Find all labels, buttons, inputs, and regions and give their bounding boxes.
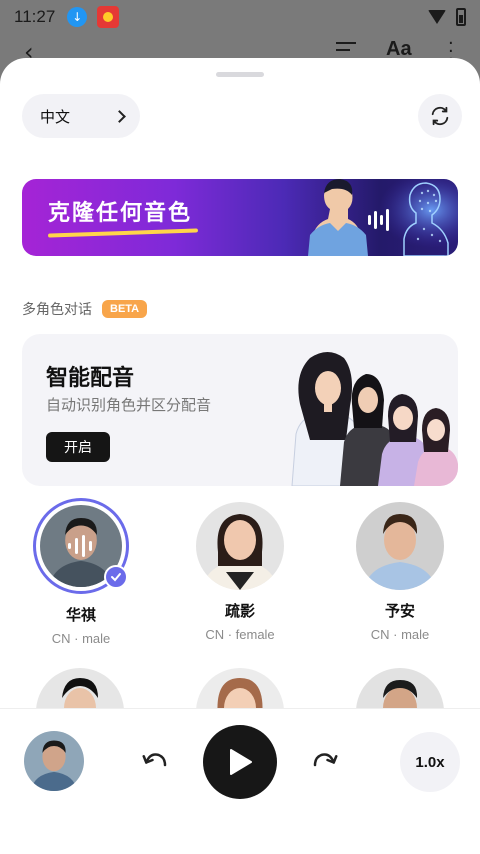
player-bar: 1.0x: [0, 708, 480, 854]
wifi-icon: [428, 10, 446, 24]
status-time: 11:27: [14, 7, 56, 26]
voice-selector-sheet: 中文 克隆任何音色 多角色对话 BETA 智能配音 自动识别角色并区分配音 开启…: [0, 58, 480, 854]
language-selector-button[interactable]: 中文: [22, 94, 140, 138]
download-icon: ↓: [67, 7, 88, 27]
sheet-handle[interactable]: [216, 72, 264, 77]
voice-meta: CN · female: [205, 627, 275, 642]
multi-role-label: 多角色对话: [22, 302, 92, 318]
voice-meta: CN · male: [370, 627, 430, 642]
voice-name: 疏影: [224, 602, 255, 620]
multi-role-section-header: 多角色对话 BETA: [22, 299, 148, 319]
smart-dubbing-card[interactable]: 智能配音 自动识别角色并区分配音 开启: [22, 334, 458, 486]
voice-avatar-selected: [33, 498, 129, 594]
avatar[interactable]: [196, 668, 284, 708]
undo-icon: [142, 753, 167, 767]
refresh-button[interactable]: [418, 94, 462, 138]
avatar[interactable]: [356, 668, 444, 708]
redo-icon: [313, 753, 338, 767]
voice-meta: CN · male: [51, 631, 111, 646]
voice-card-huaqi[interactable]: 华祺 CN · male: [16, 498, 146, 646]
voice-card-shuying[interactable]: 疏影 CN · female: [175, 502, 305, 642]
play-icon: [230, 749, 252, 775]
voice-name: 华祺: [65, 606, 96, 624]
avatar: [356, 502, 444, 590]
banner-title: 克隆任何音色: [48, 201, 193, 226]
battery-icon: [456, 8, 466, 26]
menu-icon: [336, 42, 356, 56]
play-button[interactable]: [203, 725, 277, 799]
enable-smart-dubbing-button[interactable]: 开启: [46, 432, 110, 462]
voice-name: 予安: [384, 602, 415, 620]
status-bar: 11:27 ↓: [0, 0, 480, 34]
playback-speed-button[interactable]: 1.0x: [400, 732, 460, 792]
characters-illustration: [291, 352, 458, 486]
voice-avatar: [196, 502, 284, 590]
avatar: [196, 502, 284, 590]
voice-grid-row-2: [0, 668, 480, 708]
undo-button[interactable]: [140, 745, 170, 775]
beta-badge: BETA: [102, 300, 148, 318]
selected-check-icon: [104, 565, 128, 589]
refresh-icon: [431, 106, 449, 126]
voice-card-yuan[interactable]: 予安 CN · male: [335, 502, 465, 642]
banner-underline: [47, 228, 199, 238]
app-notification-icon: [97, 6, 120, 28]
voice-avatar: [356, 502, 444, 590]
voice-clone-illustration: [308, 179, 458, 256]
clone-voice-banner[interactable]: 克隆任何音色: [22, 179, 458, 256]
avatar[interactable]: [36, 668, 124, 708]
smart-dubbing-subtitle: 自动识别角色并区分配音: [46, 396, 212, 414]
redo-button[interactable]: [310, 745, 340, 775]
language-label: 中文: [40, 107, 71, 126]
smart-dubbing-title: 智能配音: [46, 366, 135, 391]
chevron-right-icon: [113, 109, 126, 123]
current-voice-avatar[interactable]: [24, 731, 84, 791]
